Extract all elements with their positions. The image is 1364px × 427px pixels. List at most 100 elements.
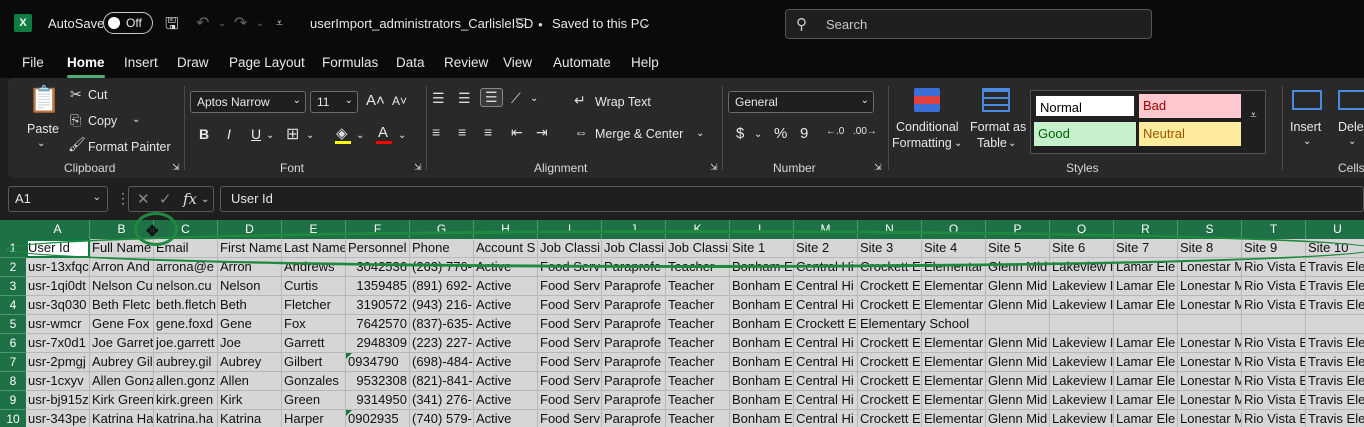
increase-decimal-icon[interactable]: ←.0: [826, 126, 844, 137]
cell-k3[interactable]: Teacher: [666, 277, 730, 296]
cell-c10[interactable]: katrina.ha: [154, 410, 218, 427]
font-family-select[interactable]: Aptos Narrow ⌄: [190, 91, 306, 113]
cell-s8[interactable]: Lonestar M: [1178, 372, 1242, 391]
cell-d7[interactable]: Aubrey: [218, 353, 282, 372]
align-bottom-icon[interactable]: ☰: [480, 88, 503, 107]
cell-p9[interactable]: Glenn Mid: [986, 391, 1050, 410]
borders-chevron-icon[interactable]: ⌄: [306, 130, 314, 141]
row-header-10[interactable]: 10: [0, 410, 26, 427]
cell-p7[interactable]: Glenn Mid: [986, 353, 1050, 372]
style-neutral[interactable]: Neutral: [1139, 122, 1241, 146]
row-header-6[interactable]: 6: [0, 334, 26, 353]
cell-a2[interactable]: usr-13xfqc: [26, 258, 90, 277]
cell-a3[interactable]: usr-1qi0dt: [26, 277, 90, 296]
cell-q3[interactable]: Lakeview I: [1050, 277, 1114, 296]
cell-c6[interactable]: joe.garrett: [154, 334, 218, 353]
cell-n8[interactable]: Crockett E: [858, 372, 922, 391]
decrease-indent-icon[interactable]: ⇤: [511, 124, 523, 141]
decrease-decimal-icon[interactable]: .00→: [853, 126, 877, 137]
cell-e7[interactable]: Gilbert: [282, 353, 346, 372]
cell-l8[interactable]: Bonham E: [730, 372, 794, 391]
cell-o9[interactable]: Elementar: [922, 391, 986, 410]
cell-o6[interactable]: Elementar: [922, 334, 986, 353]
column-header-u[interactable]: U: [1306, 220, 1364, 239]
cell-e5[interactable]: Fox: [282, 315, 346, 334]
align-center-icon[interactable]: ≡: [458, 124, 466, 140]
cell-k4[interactable]: Teacher: [666, 296, 730, 315]
cell-u9[interactable]: Travis Ele: [1306, 391, 1364, 410]
cell-j10[interactable]: Paraprofe: [602, 410, 666, 427]
cell-t9[interactable]: Rio Vista E: [1242, 391, 1306, 410]
cell-p3[interactable]: Glenn Mid: [986, 277, 1050, 296]
insert-cells-button[interactable]: Insert: [1290, 120, 1321, 134]
cell-i5[interactable]: Food Serv: [538, 315, 602, 334]
cell-d4[interactable]: Beth: [218, 296, 282, 315]
cell-i6[interactable]: Food Serv: [538, 334, 602, 353]
cell-c4[interactable]: beth.fletch: [154, 296, 218, 315]
tab-automate[interactable]: Automate: [553, 55, 611, 70]
alignment-launcher-icon[interactable]: ⇲: [710, 162, 718, 173]
tab-home[interactable]: Home: [67, 55, 105, 70]
row-header-7[interactable]: 7: [0, 353, 26, 372]
cell-t4[interactable]: Rio Vista E: [1242, 296, 1306, 315]
cell-j5[interactable]: Paraprofe: [602, 315, 666, 334]
cell-g4[interactable]: (943) 216-: [410, 296, 474, 315]
cell-q7[interactable]: Lakeview I: [1050, 353, 1114, 372]
cell-k10[interactable]: Teacher: [666, 410, 730, 427]
paste-chevron-icon[interactable]: ⌄: [37, 138, 45, 149]
cell-f6[interactable]: 2948309: [346, 334, 410, 353]
cell-q8[interactable]: Lakeview I: [1050, 372, 1114, 391]
cell-e3[interactable]: Curtis: [282, 277, 346, 296]
redo-icon[interactable]: ↷: [234, 13, 247, 33]
merge-center-button[interactable]: Merge & Center: [595, 127, 683, 141]
cell-r8[interactable]: Lamar Ele: [1114, 372, 1178, 391]
font-color-chevron-icon[interactable]: ⌄: [398, 130, 406, 141]
tab-page-layout[interactable]: Page Layout: [229, 55, 305, 70]
merge-chevron-icon[interactable]: ⌄: [696, 128, 704, 139]
cell-a5[interactable]: usr-wmcr: [26, 315, 90, 334]
cell-j9[interactable]: Paraprofe: [602, 391, 666, 410]
cell-s10[interactable]: Lonestar M: [1178, 410, 1242, 427]
cell-f3[interactable]: 1359485: [346, 277, 410, 296]
row-header-4[interactable]: 4: [0, 296, 26, 315]
cell-m7[interactable]: Central Hi: [794, 353, 858, 372]
cell-m6[interactable]: Central Hi: [794, 334, 858, 353]
select-all-corner[interactable]: [0, 220, 26, 239]
cell-b7[interactable]: Aubrey Gil: [90, 353, 154, 372]
cell-u10[interactable]: Travis Ele: [1306, 410, 1364, 427]
cell-r10[interactable]: Lamar Ele: [1114, 410, 1178, 427]
cell-e4[interactable]: Fletcher: [282, 296, 346, 315]
cell-b10[interactable]: Katrina Ha: [90, 410, 154, 427]
copy-icon[interactable]: ⎘: [70, 112, 81, 129]
cell-m9[interactable]: Central Hi: [794, 391, 858, 410]
chevron-down-icon[interactable]: ⌄: [642, 17, 651, 30]
cell-a8[interactable]: usr-1cxyv: [26, 372, 90, 391]
font-size-select[interactable]: 11 ⌄: [310, 91, 358, 113]
increase-font-icon[interactable]: A˄: [366, 92, 385, 109]
cell-u4[interactable]: Travis Ele: [1306, 296, 1364, 315]
cell-h9[interactable]: Active: [474, 391, 538, 410]
cell-h10[interactable]: Active: [474, 410, 538, 427]
style-bad[interactable]: Bad: [1139, 94, 1241, 118]
align-middle-icon[interactable]: ☰: [458, 90, 471, 107]
cell-j6[interactable]: Paraprofe: [602, 334, 666, 353]
undo-dropdown-icon[interactable]: ⌄: [218, 18, 226, 29]
currency-button[interactable]: $: [736, 125, 744, 142]
cell-o3[interactable]: Elementar: [922, 277, 986, 296]
cell-d5[interactable]: Gene: [218, 315, 282, 334]
cell-f4[interactable]: 3190572: [346, 296, 410, 315]
align-left-icon[interactable]: ≡: [432, 124, 440, 140]
redo-dropdown-icon[interactable]: ⌄: [256, 18, 264, 29]
style-good[interactable]: Good: [1034, 122, 1136, 146]
cell-j7[interactable]: Paraprofe: [602, 353, 666, 372]
cell-t6[interactable]: Rio Vista E: [1242, 334, 1306, 353]
cell-n5[interactable]: Elementary School: [858, 315, 969, 334]
cell-a9[interactable]: usr-bj915z: [26, 391, 90, 410]
cell-t8[interactable]: Rio Vista E: [1242, 372, 1306, 391]
sensitivity-icon[interactable]: ⛉: [516, 15, 527, 32]
cell-l10[interactable]: Bonham E: [730, 410, 794, 427]
cell-g10[interactable]: (740) 579-: [410, 410, 474, 427]
cell-j4[interactable]: Paraprofe: [602, 296, 666, 315]
cell-e8[interactable]: Gonzales: [282, 372, 346, 391]
cell-s6[interactable]: Lonestar M: [1178, 334, 1242, 353]
